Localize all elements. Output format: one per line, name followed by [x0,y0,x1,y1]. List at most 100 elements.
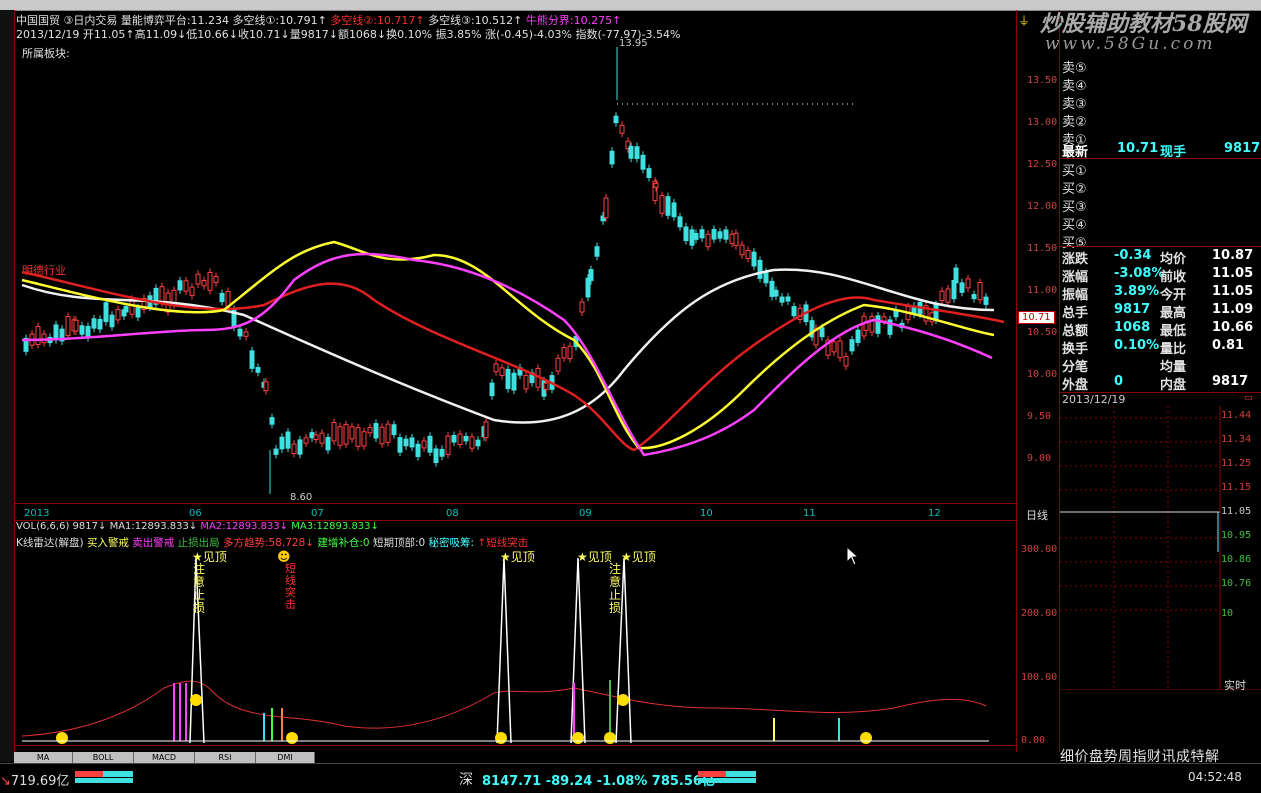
candle-body [35,325,41,346]
candle-body [677,216,683,228]
stats-v2: 0.81 [1212,338,1245,353]
star-icon: ★ [577,550,588,564]
stats-l2: 今开 [1160,288,1187,303]
vol-ma2: MA2:12893.833↓ [200,521,289,532]
buy-level: 买④ [1062,218,1087,233]
current-price-tag: 10.71 [1018,311,1055,324]
tab-dmi[interactable]: DMI [256,752,315,763]
month-label: 08 [446,508,459,519]
stats-panel: 涨跌 -0.34 均价 10.87 涨幅 -3.08% 前收 11.05 振幅 3.89% 今开 11… [1062,248,1258,393]
candle-body [379,426,385,445]
price-low-label: 8.60 [290,492,313,503]
ind-tick: 0.00 [1021,735,1046,746]
candle-body [511,372,517,391]
tab-ma[interactable]: MA [14,752,73,763]
candle-body [313,434,319,440]
candle-body [588,269,594,282]
latest-value: 10.71 [1117,141,1159,156]
status-bar: ↘719.69亿 深 8147.71 -89.24 -1.08% 785.56亿… [0,763,1261,793]
candle-body [269,417,275,425]
stats-l2: 均量 [1160,360,1187,375]
vol-label: VOL(6,6,6) 9817↓ [16,521,107,532]
stats-v1: 0.10% [1114,338,1160,353]
mini-corner: ▭ [1244,393,1253,403]
candle-body [831,341,837,353]
candle-body [337,426,343,446]
candle-body [881,316,887,322]
price-tick: 11.00 [1027,285,1058,296]
buy-level: 买③ [1062,200,1087,215]
candle-body [273,448,279,455]
candle-body [619,124,625,134]
candle-body [183,280,189,292]
stats-l1: 总额 [1062,324,1089,339]
candle-body [779,296,785,303]
stats-l1: 涨跌 [1062,252,1089,267]
sell-level: 卖⑤ [1062,61,1087,76]
stats-l1: 总手 [1062,306,1089,321]
candle-body [91,318,97,329]
candle-body [543,382,549,390]
tab-macd[interactable]: MACD [134,752,195,763]
candle-body [409,437,415,448]
smiley-icon [604,732,616,744]
tab-boll[interactable]: BOLL [73,752,134,763]
candle-body [397,437,403,453]
candle-body [603,197,609,219]
candle-body [499,367,505,377]
stats-l2: 最低 [1160,324,1187,339]
candle-body [693,232,699,240]
candle-body [373,423,379,439]
candle-body [739,244,745,256]
stats-row: 涨幅 -3.08% 前收 11.05 [1062,266,1258,285]
month-label: 12 [928,508,941,519]
candle-body [65,316,71,337]
candle-body [665,196,671,216]
month-label: 09 [579,508,592,519]
candle-body [213,276,219,284]
candle-body [469,436,475,449]
tab-rsi[interactable]: RSI [195,752,256,763]
price-high-label: 13.95 [619,38,648,49]
indicator-spike-2 [496,557,512,744]
candle-body [189,286,195,296]
candle-body [475,439,481,447]
price-tick: 10.00 [1027,369,1058,380]
candle-body [79,325,85,335]
smiley-icon [56,732,68,744]
mini-tick: 11.15 [1221,482,1252,493]
star-icon: ★ [500,550,511,564]
ind-tick: 300.00 [1021,544,1058,555]
period-label[interactable]: 日线 [1026,507,1048,523]
candle-body [843,356,849,367]
candle-body [421,440,427,449]
candle-body [659,195,665,214]
candle-body [291,443,297,455]
candle-body [561,347,567,359]
month-label: 07 [311,508,324,519]
candle-body [483,421,489,439]
month-label: 2013 [24,508,50,519]
mini-tick: 10.95 [1221,530,1252,541]
signal-top-2: ★见顶 [500,548,535,565]
price-tick: 11.50 [1027,243,1058,254]
indicator-red-line [21,680,987,737]
price-tick: 12.50 [1027,159,1058,170]
stats-l1: 换手 [1062,342,1089,357]
mini-tick: 11.34 [1221,434,1252,445]
stats-v1: 3.89% [1114,284,1160,299]
stats-v2: 9817 [1212,374,1249,389]
candle-body [594,246,600,257]
stats-v2: 11.09 [1212,302,1254,317]
realtime-tab[interactable]: 实时 [1224,677,1246,693]
candle-body [391,424,397,436]
candle-body [319,432,325,444]
candle-body [875,315,881,334]
panel-divider [1060,158,1261,159]
lock-icon[interactable]: ⏚ [1018,12,1030,29]
candle-body [769,280,775,297]
stats-v2: 11.05 [1212,266,1254,281]
status-left-value: ↘719.69亿 [0,774,70,789]
stats-row: 总手 9817 最高 11.09 [1062,302,1258,321]
candle-body [285,431,291,449]
